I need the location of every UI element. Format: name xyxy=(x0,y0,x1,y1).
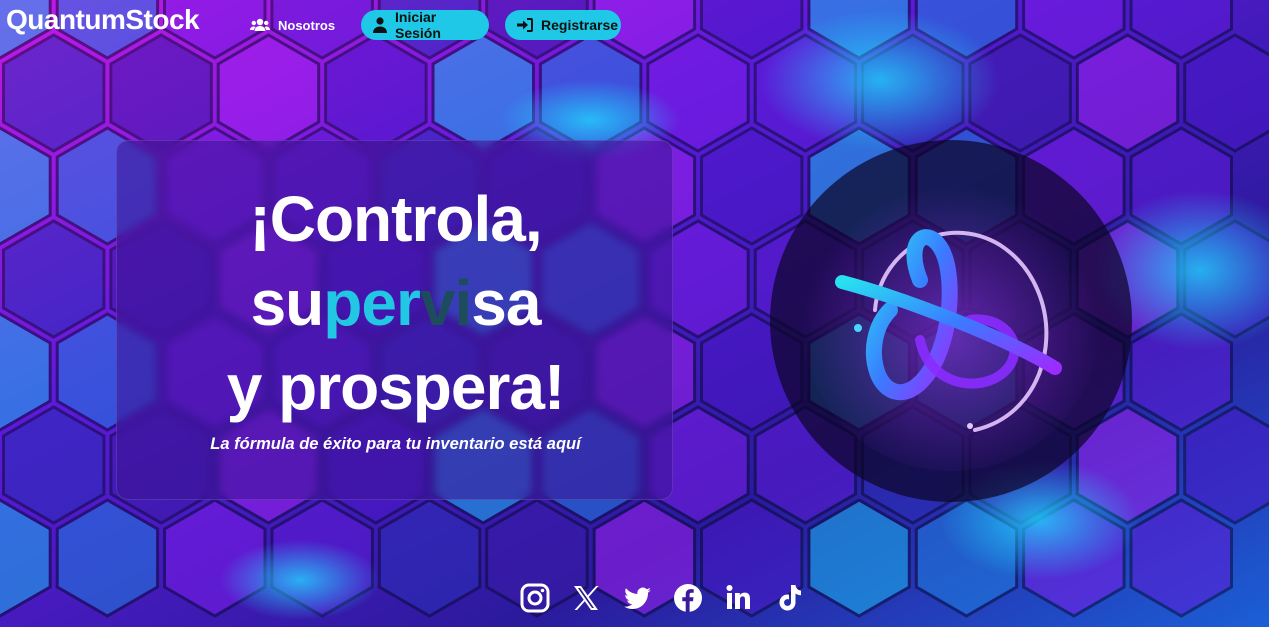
register-button[interactable]: Registrarse xyxy=(505,10,621,40)
hero-tagline: La fórmula de éxito para tu inventario e… xyxy=(210,435,581,453)
x-icon[interactable] xyxy=(570,582,602,614)
nav-link-nosotros[interactable]: Nosotros xyxy=(250,10,335,40)
instagram-icon[interactable] xyxy=(519,582,551,614)
tiktok-icon[interactable] xyxy=(774,582,806,614)
headline-line-1: ¡Controla, xyxy=(249,183,542,255)
user-icon xyxy=(373,17,387,33)
login-button[interactable]: Iniciar Sesión xyxy=(361,9,489,41)
nav-link-label: Nosotros xyxy=(278,17,336,33)
headline-part-per: per xyxy=(323,267,421,339)
brand-logo[interactable]: QuantumStock xyxy=(6,4,200,36)
sign-in-icon xyxy=(517,18,533,32)
linkedin-icon[interactable] xyxy=(723,582,755,614)
users-icon xyxy=(250,17,270,33)
headline-part-su: su xyxy=(250,267,325,339)
quantum-orbit-logo xyxy=(770,140,1132,502)
headline-line-3: y prospera! xyxy=(226,351,566,423)
headline-line-2: supervisa xyxy=(117,271,674,335)
register-label: Registrarse xyxy=(541,17,619,33)
hero-card: ¡Controla, supervisa y prospera! La fórm… xyxy=(116,140,673,500)
navbar: QuantumStock Nosotros Iniciar Sesión Reg… xyxy=(0,0,1269,50)
facebook-icon[interactable] xyxy=(672,582,704,614)
headline-part-vi: vi xyxy=(419,267,472,339)
twitter-icon[interactable] xyxy=(621,582,653,614)
login-label: Iniciar Sesión xyxy=(395,9,441,41)
headline-part-sa: sa xyxy=(471,267,541,339)
social-links xyxy=(519,582,806,614)
